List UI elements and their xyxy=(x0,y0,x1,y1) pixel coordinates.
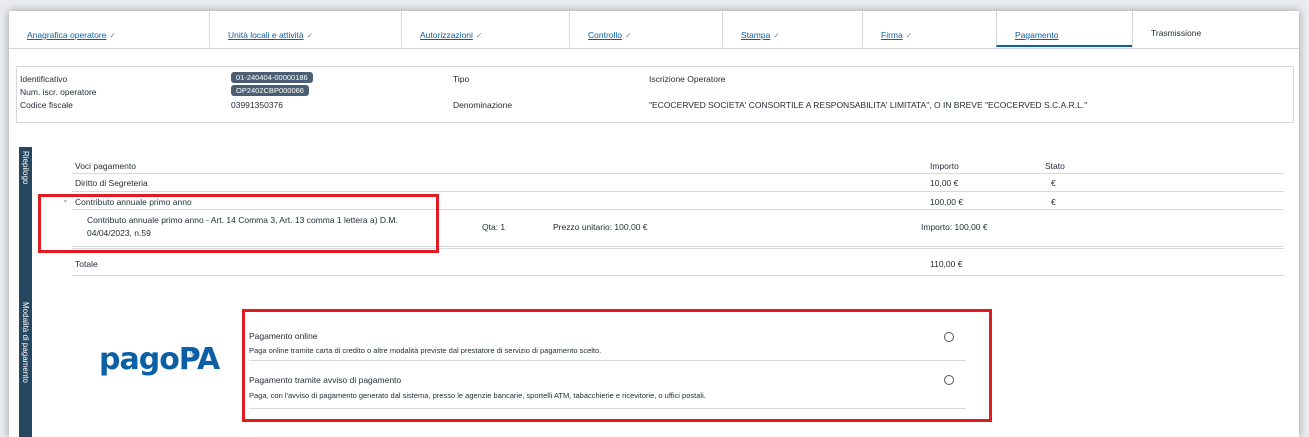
tab-unita-locali[interactable]: Unità locali e attività ✓ xyxy=(209,11,401,47)
num-iscr-badge: OP2402CBP000066 xyxy=(231,85,309,96)
totale-value: 110,00 € xyxy=(930,259,963,269)
pagamento-side-label: Modalità di pagamento xyxy=(21,302,30,383)
row-stato-contributo: € xyxy=(1051,197,1056,207)
row-importo-contributo: 100,00 € xyxy=(930,197,964,207)
tab-label: Stampa xyxy=(741,30,771,40)
row-importo-segreteria: 10,00 € xyxy=(930,178,959,188)
pagopa-logo: pagoPA xyxy=(99,342,220,377)
row-stato-segreteria: € xyxy=(1051,178,1056,188)
tab-controllo[interactable]: Controllo ✓ xyxy=(569,11,722,47)
highlight-contributo xyxy=(38,194,439,253)
tab-label: Unità locali e attività xyxy=(228,30,304,40)
check-icon: ✓ xyxy=(625,31,632,40)
tab-pagamento[interactable]: Pagamento xyxy=(996,11,1132,47)
identificativo-badge: 01-240404-00000186 xyxy=(231,72,313,83)
check-icon: ✓ xyxy=(475,31,483,40)
tab-firma[interactable]: Firma ✓ xyxy=(862,11,996,47)
detail-qta: Qta: 1 xyxy=(482,222,506,232)
registered-icon: ® xyxy=(190,348,197,358)
header-voci: Voci pagamento xyxy=(75,161,136,171)
tab-label: Controllo xyxy=(588,30,623,40)
identificativo-label: Identificativo xyxy=(20,74,68,84)
tab-stampa[interactable]: Stampa ✓ xyxy=(722,11,862,47)
totale-label: Totale xyxy=(75,259,98,269)
operator-summary: Identificativo 01-240404-00000186 Num. i… xyxy=(16,66,1294,123)
app-window: Anagrafica operatore ✓ Unità locali e att… xyxy=(9,11,1299,437)
tab-label: Firma xyxy=(881,30,903,40)
check-icon: ✓ xyxy=(773,31,780,40)
tab-anagrafica-operatore[interactable]: Anagrafica operatore ✓ xyxy=(9,11,209,47)
tab-autorizzazioni[interactable]: Autorizzazioni ✓ xyxy=(401,11,569,47)
num-iscr-label: Num. iscr. operatore xyxy=(20,87,97,97)
wizard-tabs: Anagrafica operatore ✓ Unità locali e att… xyxy=(9,11,1299,49)
check-icon: ✓ xyxy=(306,31,314,40)
check-icon: ✓ xyxy=(109,31,117,40)
codice-fiscale-value: 03991350376 xyxy=(231,100,284,110)
detail-importo: Importo: 100,00 € xyxy=(921,222,988,232)
highlight-payment-options xyxy=(242,309,992,422)
detail-prezzo: Prezzo unitario: 100,00 € xyxy=(553,222,648,232)
pagamento-sidebar: Modalità di pagamento xyxy=(19,298,32,437)
header-importo: Importo xyxy=(930,161,959,171)
tab-trasmissione[interactable]: Trasmissione xyxy=(1132,11,1299,47)
riepilogo-side-label: Riepilogo xyxy=(21,151,30,185)
tab-label: Autorizzazioni xyxy=(420,30,473,40)
row-divider xyxy=(72,275,1284,276)
tab-label: Pagamento xyxy=(1015,30,1059,40)
row-divider xyxy=(72,191,1284,192)
header-stato: Stato xyxy=(1045,161,1065,171)
riepilogo-sidebar: Riepilogo xyxy=(19,147,32,298)
denominazione-label: Denominazione xyxy=(453,100,513,110)
tab-label: Trasmissione xyxy=(1151,28,1202,38)
denominazione-value: "ECOCERVED SOCIETA' CONSORTILE A RESPONS… xyxy=(649,100,1088,110)
row-divider xyxy=(72,173,1284,174)
codice-fiscale-label: Codice fiscale xyxy=(20,100,73,110)
row-voce-segreteria: Diritto di Segreteria xyxy=(75,178,148,188)
tab-label: Anagrafica operatore xyxy=(27,30,107,40)
tipo-label: Tipo xyxy=(453,74,470,84)
tipo-value: Iscrizione Operatore xyxy=(649,74,726,84)
check-icon: ✓ xyxy=(905,31,913,40)
